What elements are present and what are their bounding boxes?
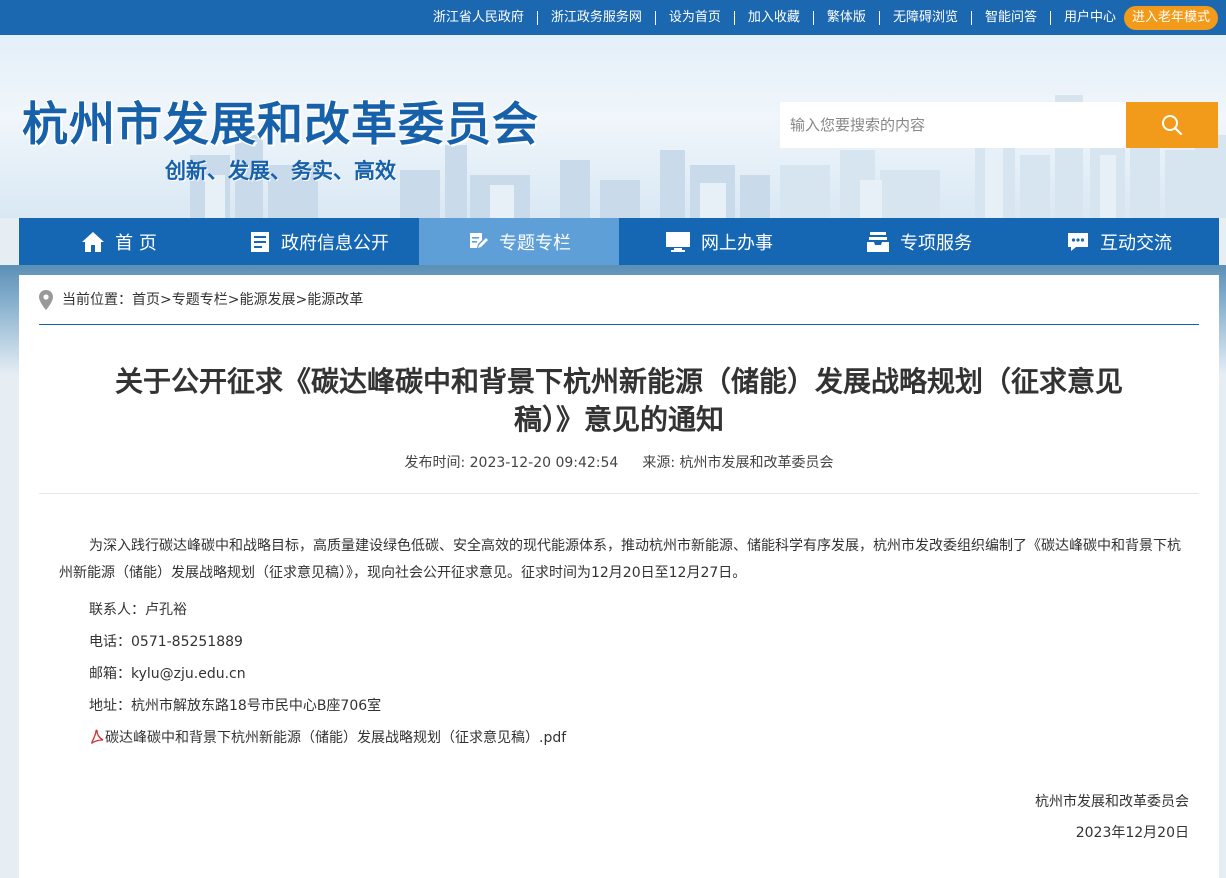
nav-item-label: 专项服务 <box>900 232 972 254</box>
search-box <box>780 102 1218 148</box>
signature-date: 2023年12月20日 <box>1075 825 1189 841</box>
pdf-icon <box>91 729 104 745</box>
article-title-line2: 稿）》意见的通知 <box>513 403 724 436</box>
publish-time: 发布时间: 2023-12-20 09:42:54 <box>404 455 619 471</box>
article-container: 当前位置： 首页 > 专题专栏 > 能源发展 > 能源改革 关于公开征求《碳达峰… <box>19 275 1219 878</box>
divider <box>39 493 1199 494</box>
nav-item-online-service[interactable]: 网上办事 <box>619 218 819 265</box>
link-traditional-chinese[interactable]: 繁体版 <box>814 10 880 25</box>
search-button[interactable] <box>1126 102 1218 148</box>
breadcrumb-separator: > <box>160 292 172 308</box>
link-add-favorite[interactable]: 加入收藏 <box>735 10 814 25</box>
breadcrumb-item-special-topics[interactable]: 专题专栏 <box>172 289 228 311</box>
breadcrumb: 当前位置： 首页 > 专题专栏 > 能源发展 > 能源改革 <box>39 289 1199 325</box>
nav-item-special-topics[interactable]: 专题专栏 <box>419 218 619 265</box>
nav-item-label: 政府信息公开 <box>281 232 389 254</box>
link-zhejiang-service[interactable]: 浙江政务服务网 <box>538 10 656 25</box>
search-input[interactable] <box>780 102 1126 148</box>
breadcrumb-item-energy-reform[interactable]: 能源改革 <box>307 289 363 311</box>
edit-icon <box>467 231 489 253</box>
breadcrumb-separator: > <box>295 292 308 308</box>
nav-item-label: 网上办事 <box>701 232 773 254</box>
nav-item-label: 专题专栏 <box>499 232 571 254</box>
link-smart-qa[interactable]: 智能问答 <box>972 10 1051 25</box>
link-user-center[interactable]: 用户中心 <box>1051 10 1124 25</box>
article-body: 为深入践行碳达峰碳中和战略目标，高质量建设绿色低碳、安全高效的现代能源体系，推动… <box>59 533 1183 587</box>
article-paragraph: 为深入践行碳达峰碳中和战略目标，高质量建设绿色低碳、安全高效的现代能源体系，推动… <box>59 538 1181 581</box>
elder-mode-button[interactable]: 进入老年模式 <box>1123 5 1218 30</box>
article-source: 来源: 杭州市发展和改革委员会 <box>642 455 834 471</box>
article-title-line1: 关于公开征求《碳达峰碳中和背景下杭州新能源（储能）发展战略规划（征求意见 <box>114 365 1123 398</box>
contact-address: 地址：杭州市解放东路18号市民中心B座706室 <box>89 698 382 714</box>
home-icon <box>81 231 105 253</box>
link-accessibility[interactable]: 无障碍浏览 <box>880 10 972 25</box>
search-icon <box>1162 115 1183 136</box>
link-set-homepage[interactable]: 设为首页 <box>656 10 735 25</box>
monitor-icon <box>665 231 691 253</box>
attachment-name: 碳达峰碳中和背景下杭州新能源（储能）发展战略规划（征求意见稿）.pdf <box>105 730 567 746</box>
inbox-icon <box>866 231 890 253</box>
nav-item-label: 互动交流 <box>1100 232 1172 254</box>
article-title: 关于公开征求《碳达峰碳中和背景下杭州新能源（储能）发展战略规划（征求意见 稿）》… <box>59 363 1179 439</box>
site-slogan: 创新、发展、务实、高效 <box>165 159 396 183</box>
breadcrumb-item-energy-development[interactable]: 能源发展 <box>239 289 295 311</box>
breadcrumb-item-home[interactable]: 首页 <box>132 289 160 311</box>
chat-icon <box>1066 231 1090 253</box>
document-icon <box>249 231 271 253</box>
attachment-link[interactable]: 碳达峰碳中和背景下杭州新能源（储能）发展战略规划（征求意见稿）.pdf <box>89 727 566 747</box>
article-meta: 发布时间: 2023-12-20 09:42:54 来源: 杭州市发展和改革委员会 <box>59 452 1179 472</box>
nav-item-home[interactable]: 首 页 <box>19 218 219 265</box>
link-zhejiang-gov[interactable]: 浙江省人民政府 <box>420 10 538 25</box>
contact-person: 联系人：卢孔裕 <box>89 602 187 618</box>
site-title: 杭州市发展和改革委员会 <box>22 97 539 151</box>
signature-organization: 杭州市发展和改革委员会 <box>1035 794 1189 810</box>
contact-email: 邮箱：kylu@zju.edu.cn <box>89 666 246 682</box>
nav-item-special-service[interactable]: 专项服务 <box>819 218 1019 265</box>
nav-item-label: 首 页 <box>115 232 157 254</box>
top-utility-bar: 浙江省人民政府 浙江政务服务网 设为首页 加入收藏 繁体版 无障碍浏览 智能问答… <box>0 0 1226 35</box>
location-pin-icon <box>39 290 53 310</box>
breadcrumb-label: 当前位置： <box>62 292 132 308</box>
nav-item-gov-info[interactable]: 政府信息公开 <box>219 218 419 265</box>
header-banner: 杭州市发展和改革委员会 创新、发展、务实、高效 <box>0 35 1226 218</box>
main-nav: 首 页 政府信息公开 专题专栏 网上办事 专项服务 互动交流 <box>19 218 1219 265</box>
nav-item-interaction[interactable]: 互动交流 <box>1019 218 1219 265</box>
breadcrumb-separator: > <box>227 292 240 308</box>
contact-phone: 电话：0571-85251889 <box>89 634 243 650</box>
